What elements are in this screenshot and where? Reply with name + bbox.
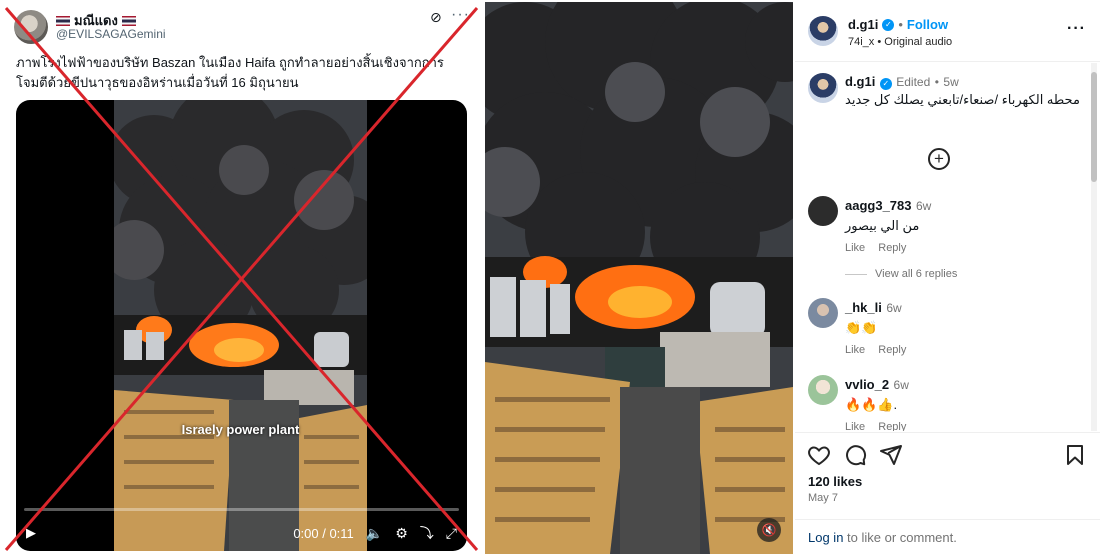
fullscreen-icon[interactable]: ⤢ (446, 525, 457, 542)
video-frame: Israely power plant (114, 100, 367, 551)
heart-icon[interactable] (807, 443, 831, 467)
comment-username[interactable]: vvlio_2 (845, 377, 889, 392)
comment-age: 6w (915, 199, 932, 213)
edited-label: Edited (896, 75, 931, 89)
avatar[interactable] (808, 73, 838, 103)
minimize-icon[interactable]: ⤵ (420, 523, 434, 543)
view-replies-label: View all 6 replies (875, 268, 958, 280)
comment-username[interactable]: _hk_li (845, 300, 882, 315)
author-handle[interactable]: @EVILSAGAGemini (56, 27, 166, 41)
login-link[interactable]: Log in (808, 530, 843, 545)
reply-link[interactable]: Reply (878, 344, 906, 356)
comment-actions: Like Reply (845, 421, 1085, 431)
scrollbar-thumb[interactable] (1091, 72, 1097, 182)
comment-age: 6w (886, 301, 902, 315)
comment-item: vvlio_2 6w 🔥🔥👍. Like Reply (845, 376, 1085, 431)
likes-count[interactable]: 120 likes (808, 474, 862, 489)
fire-scene (114, 100, 367, 551)
grok-icon[interactable]: ⊘ (430, 9, 442, 26)
replies-line (845, 273, 867, 275)
audio-info[interactable]: 74i_x • Original audio (848, 36, 952, 48)
comment-age: 6w (893, 378, 909, 392)
video-time: 0:00 / 0:11 (293, 525, 354, 541)
comment-item: aagg3_783 6w من الي بيصور Like Reply (845, 197, 1085, 254)
play-icon[interactable]: ▶ (26, 525, 36, 541)
separator-dot: • (898, 17, 903, 32)
more-icon[interactable]: ··· (1067, 20, 1086, 38)
like-link[interactable]: Like (845, 421, 865, 431)
caption-text: محطه الكهرباء /صنعاء/تابعني يصلك كل جديد (845, 92, 1080, 107)
login-prompt: Log in to like or comment. (795, 519, 1100, 555)
username[interactable]: d.g1i (848, 17, 878, 32)
instagram-side-panel: d.g1i ✓ • Follow 74i_x • Original audio … (795, 0, 1100, 556)
comment-icon[interactable] (843, 443, 867, 467)
post-author: d.g1i ✓ • Follow (848, 17, 948, 32)
comment-actions: Like Reply (845, 242, 1085, 254)
comment-text: 👏👏 (845, 320, 878, 335)
comment-actions: Like Reply (845, 344, 1085, 356)
view-replies[interactable]: View all 6 replies (845, 268, 957, 280)
tweet-text: ภาพโรงไฟฟ้าของบริษัท Baszan ในเมือง Haif… (16, 55, 444, 90)
verified-icon: ✓ (882, 18, 895, 31)
share-icon[interactable] (879, 443, 903, 467)
tweet-card: มณีแดง @EVILSAGAGemini ⊘ ··· ภาพโรงไฟฟ้า… (0, 0, 483, 556)
avatar[interactable] (808, 16, 838, 46)
volume-icon[interactable]: 🔈 (366, 525, 383, 542)
comment-text: من الي بيصور (845, 218, 920, 233)
tweet-video[interactable]: Israely power plant ▶ 0:00 / 0:11 🔈 ⚙ ⤵ … (16, 100, 467, 551)
avatar[interactable] (14, 10, 48, 44)
reply-link[interactable]: Reply (878, 421, 906, 431)
post-media[interactable]: 🔇 (485, 2, 793, 554)
post-date: May 7 (808, 492, 838, 504)
avatar[interactable] (808, 375, 838, 405)
fire-scene-large (485, 2, 793, 554)
caption-username[interactable]: d.g1i (845, 74, 875, 89)
post-actions: 120 likes May 7 Log in to like or commen… (795, 432, 1100, 556)
like-link[interactable]: Like (845, 344, 865, 356)
load-more-comments-icon[interactable]: + (928, 148, 950, 170)
settings-icon[interactable]: ⚙ (395, 525, 408, 542)
muted-speaker-icon[interactable]: 🔇 (757, 518, 781, 542)
more-icon[interactable]: ··· (451, 6, 470, 24)
separator-dot: • (934, 75, 939, 89)
avatar[interactable] (808, 196, 838, 226)
caption-age: 5w (943, 75, 959, 89)
login-prompt-text: to like or comment. (843, 530, 957, 545)
avatar[interactable] (808, 298, 838, 328)
comment-username[interactable]: aagg3_783 (845, 198, 912, 213)
thai-flag-icon (56, 15, 70, 26)
verified-icon: ✓ (879, 78, 892, 90)
reply-link[interactable]: Reply (878, 242, 906, 254)
comments-section[interactable]: d.g1i ✓ Edited • 5w محطه الكهرباء /صنعاء… (795, 63, 1100, 431)
bookmark-icon[interactable] (1063, 443, 1087, 467)
video-progress-bar[interactable] (24, 508, 459, 511)
caption: d.g1i ✓ Edited • 5w محطه الكهرباء /صنعاء… (845, 73, 1085, 108)
follow-button[interactable]: Follow (907, 17, 948, 32)
like-link[interactable]: Like (845, 242, 865, 254)
video-caption: Israely power plant (181, 422, 300, 437)
comment-item: _hk_li 6w 👏👏 Like Reply (845, 299, 1085, 356)
thai-flag-icon (121, 15, 136, 26)
post-header: d.g1i ✓ • Follow 74i_x • Original audio … (795, 0, 1100, 62)
comment-text: 🔥🔥👍. (845, 397, 898, 412)
video-controls: ▶ 0:00 / 0:11 🔈 ⚙ ⤵ ⤢ (16, 515, 467, 551)
